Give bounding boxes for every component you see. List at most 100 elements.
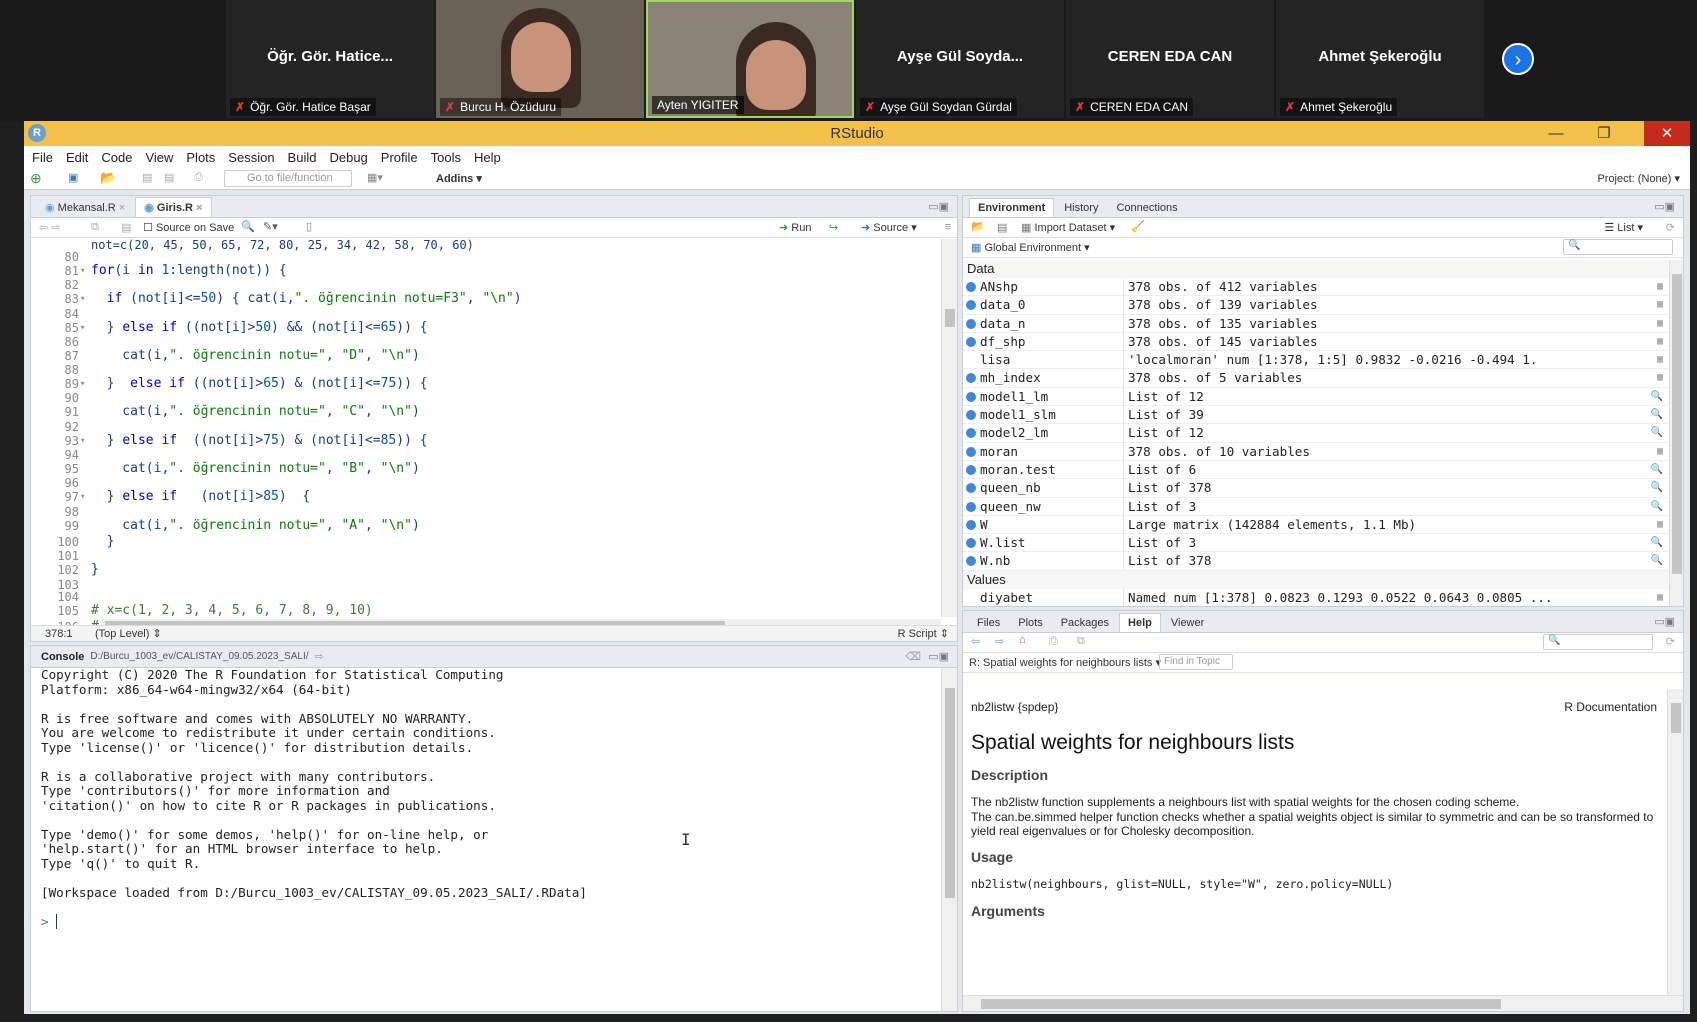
code-line[interactable]: 97 ▾ } else if (not[i]>85) { — [31, 489, 941, 505]
environment-row[interactable]: W.nb List of 378 🔍 — [963, 552, 1669, 571]
project-menu[interactable]: Project: (None) ▾ — [1597, 172, 1680, 185]
environment-row[interactable]: W Large matrix (142884 elements, 1.1 Mb) ▦ — [963, 515, 1669, 535]
pane-minimize-icon[interactable]: ▭▣ — [1654, 200, 1675, 213]
environment-row[interactable]: W.list List of 3 🔍 — [963, 534, 1669, 553]
inspect-magnifier-icon[interactable]: 🔍 — [1651, 388, 1663, 406]
code-line[interactable]: 101 — [31, 550, 941, 562]
addins-menu[interactable]: Addins ▾ — [436, 172, 482, 185]
compile-report-icon[interactable]: ▯ — [306, 220, 312, 233]
inspect-magnifier-icon[interactable]: 🔍 — [1651, 424, 1663, 442]
console-output[interactable]: Copyright (C) 2020 The R Foundation for … — [31, 668, 941, 1011]
code-line[interactable]: 85 ▾ } else if ((not[i]>50) && (not[i]<=6… — [31, 320, 941, 336]
refresh-icon[interactable]: ⟳ — [1666, 221, 1675, 234]
code-line[interactable]: 105 # x=c(1, 2, 3, 4, 5, 6, 7, 8, 9, 10) — [31, 603, 941, 619]
menu-help[interactable]: Help — [474, 150, 501, 165]
help-vertical-scrollbar[interactable] — [1667, 689, 1683, 995]
minimize-icon[interactable]: — — [1536, 121, 1576, 146]
expand-object-icon[interactable] — [966, 483, 976, 494]
expand-object-icon[interactable] — [966, 336, 976, 347]
environment-row[interactable]: model2_lm List of 12 🔍 — [963, 424, 1669, 443]
tab-giris-r[interactable]: ◉ Giris.R × — [135, 197, 212, 217]
outline-icon[interactable]: ≡ — [945, 221, 951, 233]
inspect-magnifier-icon[interactable]: 🔍 — [1651, 461, 1663, 479]
home-icon[interactable]: ⌂ — [1019, 634, 1026, 646]
environment-vertical-scrollbar[interactable] — [1669, 260, 1683, 606]
menu-debug[interactable]: Debug — [329, 150, 367, 165]
search-icon[interactable]: 🔍 — [241, 220, 255, 233]
code-tools-wand-icon[interactable]: ✎▾ — [263, 220, 278, 233]
tab-packages[interactable]: Packages — [1053, 614, 1117, 632]
view-mode-list[interactable]: ☰ List ▾ — [1604, 221, 1643, 234]
scroll-thumb[interactable] — [1671, 703, 1681, 733]
participant-tile[interactable]: CEREN EDA CAN ✗ CEREN EDA CAN — [1066, 0, 1274, 118]
expand-object-icon[interactable] — [966, 410, 976, 421]
code-line[interactable]: 94 — [31, 449, 941, 461]
code-line[interactable]: 104 — [31, 591, 941, 603]
view-table-icon[interactable]: ▦ — [1657, 315, 1663, 333]
source-on-save-checkbox[interactable]: ☐ Source on Save — [143, 221, 234, 234]
code-line[interactable]: 95 cat(i,". öğrencinin notu=", "B", "\n"… — [31, 461, 941, 477]
environment-row[interactable]: moran 378 obs. of 10 variables ▦ — [963, 442, 1669, 461]
tab-environment[interactable]: Environment — [969, 198, 1055, 217]
expand-object-icon[interactable] — [966, 556, 976, 567]
expand-object-icon[interactable] — [966, 446, 976, 457]
console-prompt[interactable]: > — [41, 913, 941, 930]
code-line[interactable]: 93 ▾ } else if ((not[i]>75) & (not[i]<=85… — [31, 433, 941, 449]
view-table-icon[interactable]: ▦ — [1657, 589, 1663, 606]
environment-row[interactable]: lisa 'localmoran' num [1:378, 1:5] 0.9832… — [963, 351, 1669, 370]
expand-object-icon[interactable] — [966, 464, 976, 475]
expand-object-icon[interactable] — [966, 501, 976, 512]
fold-arrow-icon[interactable]: ▾ — [80, 263, 85, 279]
tab-help[interactable]: Help — [1119, 613, 1161, 632]
expand-object-icon[interactable] — [966, 428, 976, 439]
inspect-magnifier-icon[interactable]: 🔍 — [1651, 498, 1663, 516]
print-icon[interactable]: ⎙ — [1049, 635, 1058, 648]
code-line[interactable]: 92 — [31, 421, 941, 433]
save-workspace-icon[interactable]: ▤ — [997, 221, 1007, 234]
environment-row[interactable]: data_0 378 obs. of 139 variables ▦ — [963, 296, 1669, 315]
inspect-magnifier-icon[interactable]: 🔍 — [1651, 534, 1663, 552]
participant-tile[interactable]: Ahmet Şekeroğlu ✗ Ahmet Şekeroğlu — [1276, 0, 1484, 118]
import-dataset-button[interactable]: ▦ Import Dataset ▾ — [1021, 221, 1115, 234]
view-table-icon[interactable]: ▦ — [1657, 369, 1663, 387]
tab-connections[interactable]: Connections — [1108, 199, 1185, 217]
scroll-thumb[interactable] — [1672, 274, 1682, 574]
expand-object-icon[interactable] — [966, 538, 976, 549]
pane-minimize-icon[interactable]: ▭▣ — [928, 650, 949, 663]
help-search-input[interactable]: 🔍 — [1543, 634, 1653, 650]
menu-session[interactable]: Session — [228, 150, 274, 165]
code-line[interactable]: 98 — [31, 506, 941, 518]
environment-row[interactable]: moran.test List of 6 🔍 — [963, 460, 1669, 480]
environment-row[interactable]: data_n 378 obs. of 135 variables ▦ — [963, 314, 1669, 333]
pane-minimize-icon[interactable]: ▭▣ — [928, 200, 949, 213]
view-table-icon[interactable]: ▦ — [1657, 351, 1663, 369]
pane-minimize-icon[interactable]: ▭▣ — [1654, 615, 1675, 628]
menu-file[interactable]: File — [32, 150, 53, 165]
fold-arrow-icon[interactable]: ▾ — [80, 376, 85, 392]
load-workspace-icon[interactable]: 📂 — [971, 220, 985, 233]
file-type-selector[interactable]: R Script ⇕ — [898, 626, 949, 642]
code-line[interactable]: 102} — [31, 562, 941, 578]
menu-build[interactable]: Build — [288, 150, 317, 165]
menu-plots[interactable]: Plots — [186, 150, 215, 165]
menu-edit[interactable]: Edit — [66, 150, 88, 165]
view-table-icon[interactable]: ▦ — [1657, 278, 1663, 296]
fold-arrow-icon[interactable]: ▾ — [80, 433, 85, 449]
fold-arrow-icon[interactable]: ▾ — [80, 320, 85, 336]
scope-selector[interactable]: (Top Level) ⇕ — [95, 626, 162, 642]
environment-scope-select[interactable]: ▦ Global Environment ▾ — [971, 241, 1090, 254]
participant-video-tile-active-speaker[interactable]: Ayten YIGITER — [646, 0, 854, 118]
code-line[interactable]: 91 cat(i,". öğrencinin notu=", "C", "\n"… — [31, 404, 941, 420]
run-button[interactable]: ➜ Run — [779, 221, 811, 234]
view-table-icon[interactable]: ▦ — [1657, 333, 1663, 351]
code-line[interactable]: 96 — [31, 477, 941, 489]
menu-code[interactable]: Code — [101, 150, 132, 165]
help-horizontal-scrollbar[interactable] — [963, 995, 1683, 1011]
inspect-magnifier-icon[interactable]: 🔍 — [1651, 552, 1663, 570]
open-file-icon[interactable]: 📂 — [100, 170, 116, 186]
code-line[interactable]: 84 — [31, 308, 941, 320]
back-arrow-icon[interactable]: ⇦ — [971, 635, 980, 648]
code-line[interactable]: 100 } — [31, 534, 941, 550]
view-table-icon[interactable]: ▦ — [1657, 296, 1663, 314]
environment-row[interactable]: mh_index 378 obs. of 5 variables ▦ — [963, 369, 1669, 388]
